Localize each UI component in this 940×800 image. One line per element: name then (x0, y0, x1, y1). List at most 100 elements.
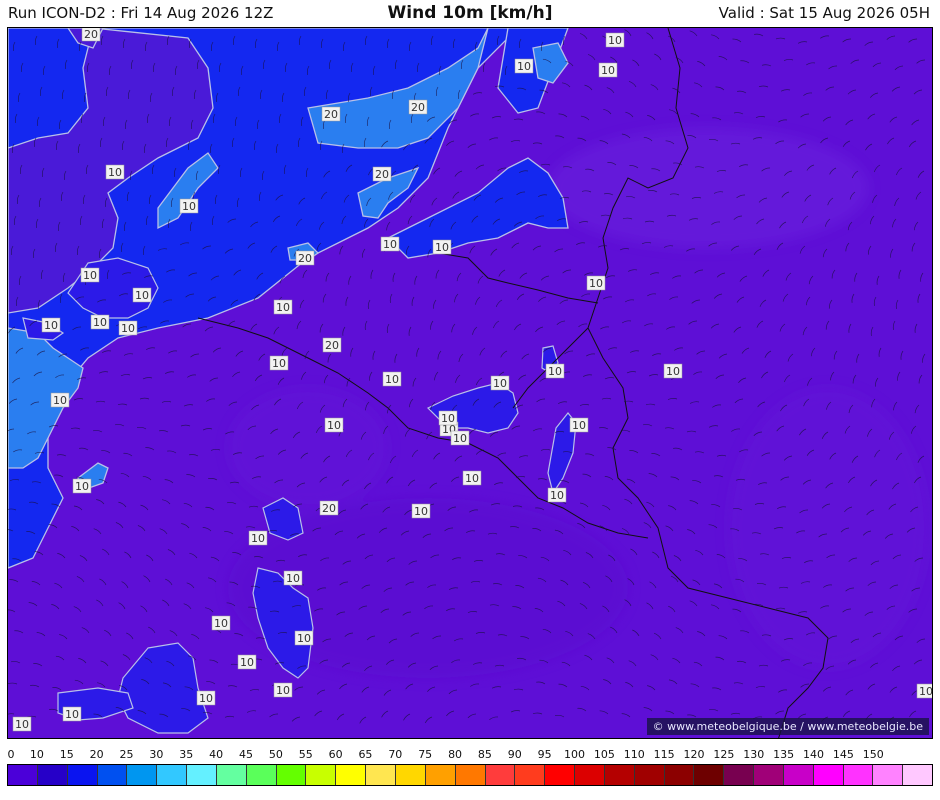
colorbar-cell (8, 765, 38, 785)
svg-text:10: 10 (65, 708, 79, 721)
colorbar-cell (216, 765, 247, 785)
wind-map[interactable]: 20 10 10 20 20 10 20 10 10 10 20 10 10 10 10 10 10 20 10 10… (7, 27, 933, 739)
svg-text:20: 20 (325, 339, 339, 352)
scale-tick-label: 95 (537, 748, 552, 761)
contour-label: 10 (545, 363, 565, 379)
svg-text:10: 10 (53, 394, 67, 407)
svg-text:20: 20 (84, 28, 98, 41)
contour-label: 10 (663, 363, 683, 379)
scale-tick-labels: 0 10 15 20 25 30 35 40 45 50 55 60 65 70 75 80 85 90 95 100… (0, 748, 940, 762)
colorbar-cell (306, 765, 337, 785)
scale-tick-label: 60 (328, 748, 343, 761)
svg-text:10: 10 (919, 685, 933, 698)
colorbar-cell (97, 765, 128, 785)
contour-label: 10 (294, 630, 314, 646)
contour-label: 10 (80, 267, 100, 283)
scale-tick-label: 85 (477, 748, 492, 761)
scale-tick-label: 10 (29, 748, 44, 761)
contour-label: 10 (273, 682, 293, 698)
contour-label: 10 (269, 355, 289, 371)
svg-text:10: 10 (276, 301, 290, 314)
contour-label: 20 (319, 500, 339, 516)
svg-text:10: 10 (666, 365, 680, 378)
contour-label: 10 (211, 615, 231, 631)
scale-tick-label: 45 (238, 748, 253, 761)
svg-text:10: 10 (601, 64, 615, 77)
svg-text:10: 10 (44, 319, 58, 332)
scale-tick-label: 140 (803, 748, 825, 761)
contour-label: 10 (569, 417, 589, 433)
scale-tick-label: 135 (773, 748, 795, 761)
svg-text:10: 10 (121, 322, 135, 335)
svg-text:20: 20 (324, 108, 338, 121)
svg-text:10: 10 (135, 289, 149, 302)
scale-tick-label: 75 (418, 748, 433, 761)
svg-text:10: 10 (286, 572, 300, 585)
svg-text:10: 10 (550, 489, 564, 502)
contour-label: 10 (12, 716, 32, 732)
contour-label: 10 (411, 503, 431, 519)
svg-text:20: 20 (322, 502, 336, 515)
colorbar-cell (515, 765, 546, 785)
svg-text:10: 10 (199, 692, 213, 705)
contour-label: 10 (248, 530, 268, 546)
svg-text:20: 20 (298, 252, 312, 265)
scale-tick-label: 105 (593, 748, 615, 761)
contour-label: 10 (237, 654, 257, 670)
scale-tick-label: 0 (7, 748, 15, 761)
svg-text:10: 10 (297, 632, 311, 645)
colorbar-cell (545, 765, 576, 785)
svg-text:10: 10 (589, 277, 603, 290)
contour-label: 10 (547, 487, 567, 503)
contour-label: 10 (382, 371, 402, 387)
scale-tick-label: 100 (564, 748, 586, 761)
scale-tick-label: 130 (743, 748, 765, 761)
colorbar-cell (783, 765, 814, 785)
svg-text:10: 10 (276, 684, 290, 697)
svg-text:10: 10 (93, 316, 107, 329)
svg-text:10: 10 (272, 357, 286, 370)
svg-text:10: 10 (383, 238, 397, 251)
contour-label: 10 (196, 690, 216, 706)
svg-text:10: 10 (548, 365, 562, 378)
scale-tick-label: 25 (119, 748, 134, 761)
colorbar-cell (485, 765, 516, 785)
colorbar-cell (366, 765, 396, 785)
scale-tick-label: 15 (59, 748, 74, 761)
contour-label: 20 (372, 166, 392, 182)
svg-text:10: 10 (465, 472, 479, 485)
colorbar-cell (336, 765, 367, 785)
colorbar-cell (813, 765, 844, 785)
scale-tick-label: 110 (623, 748, 645, 761)
contour-label: 10 (586, 275, 606, 291)
contour-label: 10 (916, 683, 933, 699)
scale-tick-label: 150 (862, 748, 884, 761)
colorbar-cell (694, 765, 725, 785)
contour-label: 10 (462, 470, 482, 486)
colorbar-cell (575, 765, 605, 785)
svg-text:10: 10 (75, 480, 89, 493)
svg-text:10: 10 (327, 419, 341, 432)
colorbar-cell (246, 765, 277, 785)
scale-tick-label: 115 (653, 748, 675, 761)
contour-label: 20 (295, 250, 315, 266)
contour-label: 10 (273, 299, 293, 315)
svg-text:10: 10 (214, 617, 228, 630)
svg-text:10: 10 (385, 373, 399, 386)
colorbar-cell (634, 765, 665, 785)
svg-text:10: 10 (251, 532, 265, 545)
contour-label: 10 (490, 375, 510, 391)
contour-label: 20 (408, 99, 428, 115)
wind-speed-colorbar (7, 764, 933, 786)
svg-text:10: 10 (240, 656, 254, 669)
contour-label: 10 (41, 317, 61, 333)
scale-tick-label: 30 (149, 748, 164, 761)
scale-tick-label: 125 (713, 748, 735, 761)
contour-label: 10 (105, 164, 125, 180)
contour-label: 10 (132, 287, 152, 303)
svg-text:10: 10 (182, 200, 196, 213)
svg-text:10: 10 (493, 377, 507, 390)
scale-tick-label: 65 (358, 748, 373, 761)
colorbar-cell (37, 765, 68, 785)
svg-text:10: 10 (83, 269, 97, 282)
